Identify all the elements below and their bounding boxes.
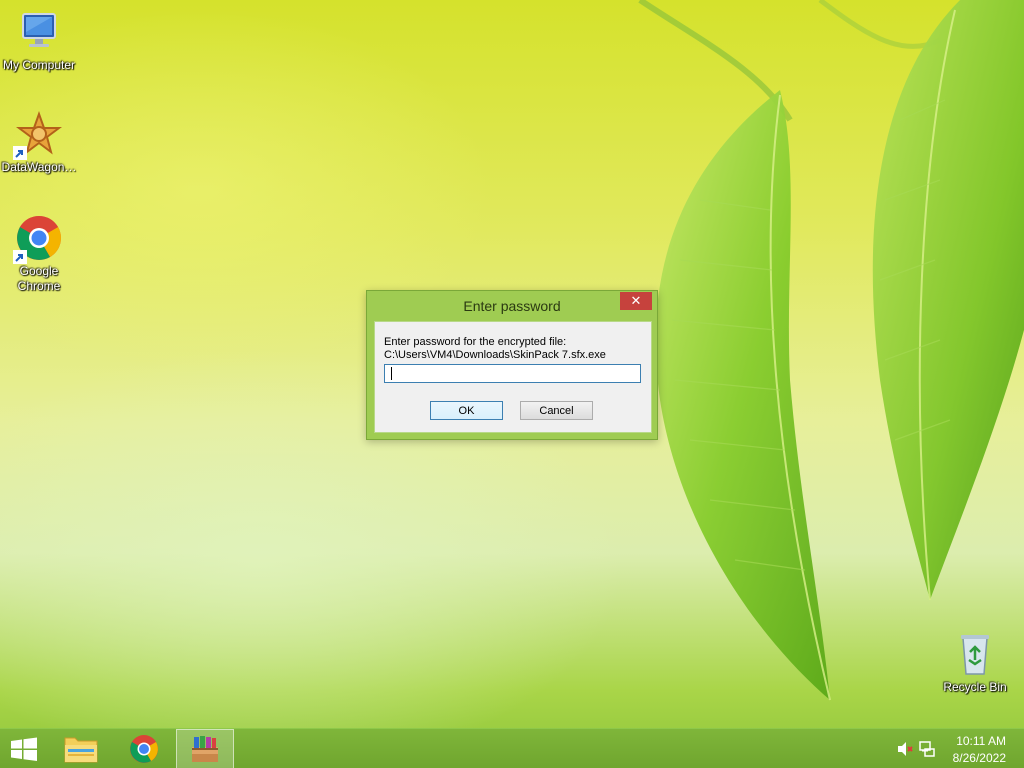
recycle-bin-icon — [951, 630, 999, 678]
taskbar-winrar[interactable] — [176, 729, 234, 768]
winrar-icon — [192, 736, 218, 762]
chrome-icon — [13, 214, 63, 264]
windows-logo-icon — [11, 737, 37, 761]
ok-button[interactable]: OK — [430, 401, 503, 420]
shortcut-arrow-icon — [13, 250, 27, 264]
close-button[interactable]: ✕ — [620, 292, 652, 310]
cancel-button[interactable]: Cancel — [520, 401, 593, 420]
system-tray: 10:11 AM 8/26/2022 — [874, 729, 1024, 768]
desktop-icon-label: DataWagon… — [1, 160, 77, 174]
clock-time[interactable]: 10:11 AM — [956, 734, 1006, 748]
dialog-titlebar[interactable]: Enter password ✕ — [367, 291, 657, 321]
desktop-icon-label: Google Chrome — [17, 264, 61, 293]
dialog-body: Enter password for the encrypted file: C… — [374, 321, 652, 433]
desktop-icon-my-computer[interactable]: My Computer — [1, 8, 77, 73]
desktop-icon-recycle-bin[interactable]: Recycle Bin — [937, 630, 1013, 695]
taskbar-chrome[interactable] — [115, 729, 173, 768]
clock-date[interactable]: 8/26/2022 — [953, 751, 1006, 765]
desktop-icon-datawagon[interactable]: DataWagon… — [1, 110, 77, 175]
chrome-icon — [130, 735, 158, 763]
password-input[interactable] — [384, 364, 641, 383]
computer-icon — [15, 8, 63, 56]
taskbar-file-explorer[interactable] — [52, 729, 110, 768]
desktop-icon-label: Recycle Bin — [943, 680, 1007, 694]
file-path: C:\Users\VM4\Downloads\SkinPack 7.sfx.ex… — [384, 349, 606, 361]
folder-icon — [64, 737, 98, 763]
network-icon[interactable] — [918, 740, 936, 758]
password-dialog: Enter password ✕ Enter password for the … — [366, 290, 658, 440]
password-prompt: Enter password for the encrypted file: — [384, 336, 567, 348]
taskbar: 10:11 AM 8/26/2022 — [0, 728, 1024, 768]
desktop-icon-google-chrome[interactable]: Google Chrome — [1, 214, 77, 294]
datawagon-icon — [13, 110, 63, 160]
desktop: My Computer DataWagon… Google Chrome Rec… — [0, 0, 1024, 768]
shortcut-arrow-icon — [13, 146, 27, 160]
start-button[interactable] — [0, 729, 48, 768]
speaker-muted-icon[interactable] — [896, 741, 914, 757]
dialog-title: Enter password — [463, 298, 561, 314]
close-icon: ✕ — [630, 293, 642, 308]
text-caret — [391, 367, 392, 380]
desktop-icon-label: My Computer — [2, 58, 76, 72]
